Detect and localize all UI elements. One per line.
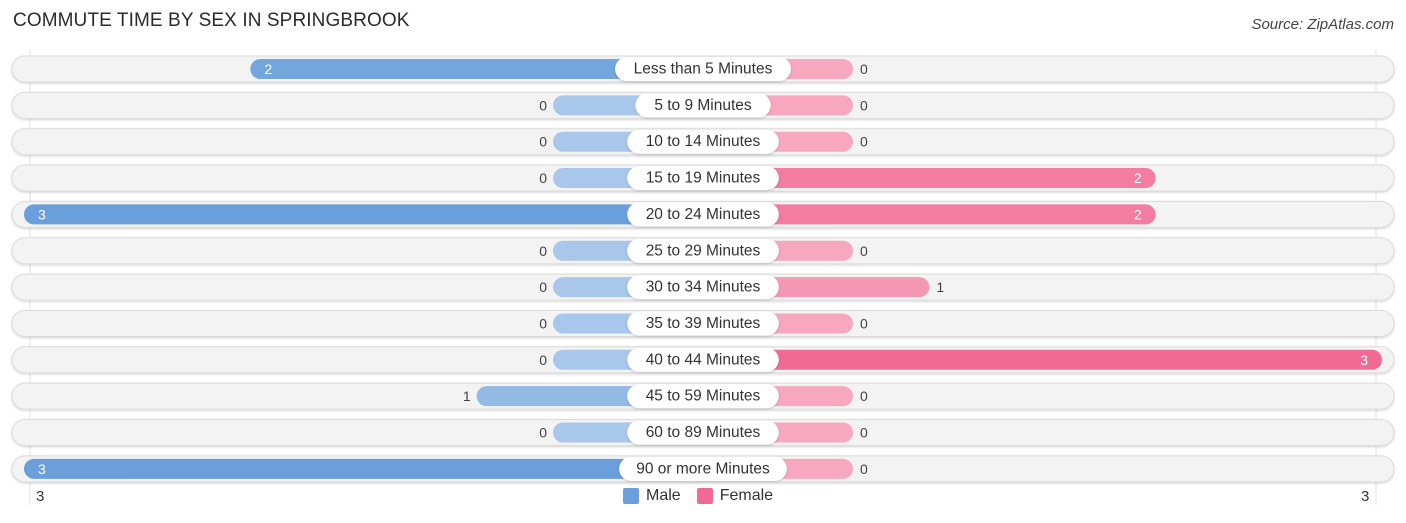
value-label-male: 0 <box>539 170 547 186</box>
chart-row: 0 0 5 to 9 Minutes <box>11 91 1395 119</box>
category-label: 60 to 89 Minutes <box>646 424 761 441</box>
value-label-male: 0 <box>539 97 547 113</box>
value-label-male: 3 <box>38 461 46 477</box>
category-label: 10 to 14 Minutes <box>646 133 761 150</box>
value-label-female: 2 <box>1134 206 1142 222</box>
value-label-female: 3 <box>1360 352 1368 368</box>
value-label-male: 0 <box>539 243 547 259</box>
bar-male <box>24 204 703 225</box>
chart-row: 0 2 15 to 19 Minutes <box>11 164 1395 192</box>
legend-swatch-male <box>623 488 639 504</box>
value-label-male: 0 <box>539 425 547 441</box>
category-label: 20 to 24 Minutes <box>646 206 761 223</box>
value-label-male: 0 <box>539 315 547 331</box>
chart-row: 3 0 90 or more Minutes <box>11 455 1395 483</box>
chart-area: 2 0Less than 5 Minutes0 05 to 9 Minutes0 01… <box>11 50 1395 505</box>
chart-row: 0 1 30 to 34 Minutes <box>11 273 1395 301</box>
category-label: 45 to 59 Minutes <box>646 388 761 405</box>
value-label-female: 0 <box>860 425 868 441</box>
value-label-male: 3 <box>38 206 46 222</box>
chart-row: 3 2 20 to 24 Minutes <box>11 200 1395 228</box>
legend-item-male: Male <box>623 487 681 505</box>
category-label: 40 to 44 Minutes <box>646 351 761 368</box>
axis-right-max-label: 3 <box>1361 488 1370 505</box>
category-label: 15 to 19 Minutes <box>646 170 761 187</box>
value-label-female: 0 <box>860 243 868 259</box>
chart-row: 0 0 60 to 89 Minutes <box>11 419 1395 446</box>
axis-left-max-label: 3 <box>36 488 45 505</box>
category-label: 5 to 9 Minutes <box>654 97 752 114</box>
value-label-male: 0 <box>539 279 547 295</box>
category-label: 30 to 34 Minutes <box>646 279 761 296</box>
category-label: 35 to 39 Minutes <box>646 315 761 332</box>
legend-label-male: Male <box>646 487 681 504</box>
value-label-female: 1 <box>936 279 944 295</box>
legend: Male Female <box>623 487 789 505</box>
legend-swatch-female <box>696 488 713 504</box>
value-label-female: 0 <box>860 97 868 113</box>
value-label-male: 2 <box>264 61 272 77</box>
chart-row: 0 0 25 to 29 Minutes <box>11 237 1395 265</box>
value-label-female: 0 <box>860 388 868 404</box>
bar-male <box>24 458 703 479</box>
value-label-male: 1 <box>463 388 471 404</box>
value-label-female: 0 <box>860 134 868 150</box>
value-label-female: 0 <box>860 461 868 477</box>
bar-female <box>703 349 1382 370</box>
legend-label-female: Female <box>719 487 774 504</box>
category-label: 90 or more Minutes <box>636 460 770 477</box>
value-label-female: 0 <box>860 315 868 331</box>
chart-row: 1 0 45 to 59 Minutes <box>11 382 1395 410</box>
chart-row: 0 0 35 to 39 Minutes <box>11 309 1395 337</box>
category-label: 25 to 29 Minutes <box>646 242 761 259</box>
chart-row: 2 0 Less than 5 Minutes <box>11 55 1395 83</box>
chart-row: 0 3 40 to 44 Minutes <box>11 346 1395 374</box>
legend-item-female: Female <box>696 487 774 505</box>
value-label-male: 0 <box>539 134 547 150</box>
category-label: Less than 5 Minutes <box>634 61 773 78</box>
value-label-female: 2 <box>1134 170 1142 186</box>
chart-row: 0 0 10 to 14 Minutes <box>11 128 1395 156</box>
value-label-male: 0 <box>539 352 547 368</box>
value-label-female: 0 <box>860 61 868 77</box>
